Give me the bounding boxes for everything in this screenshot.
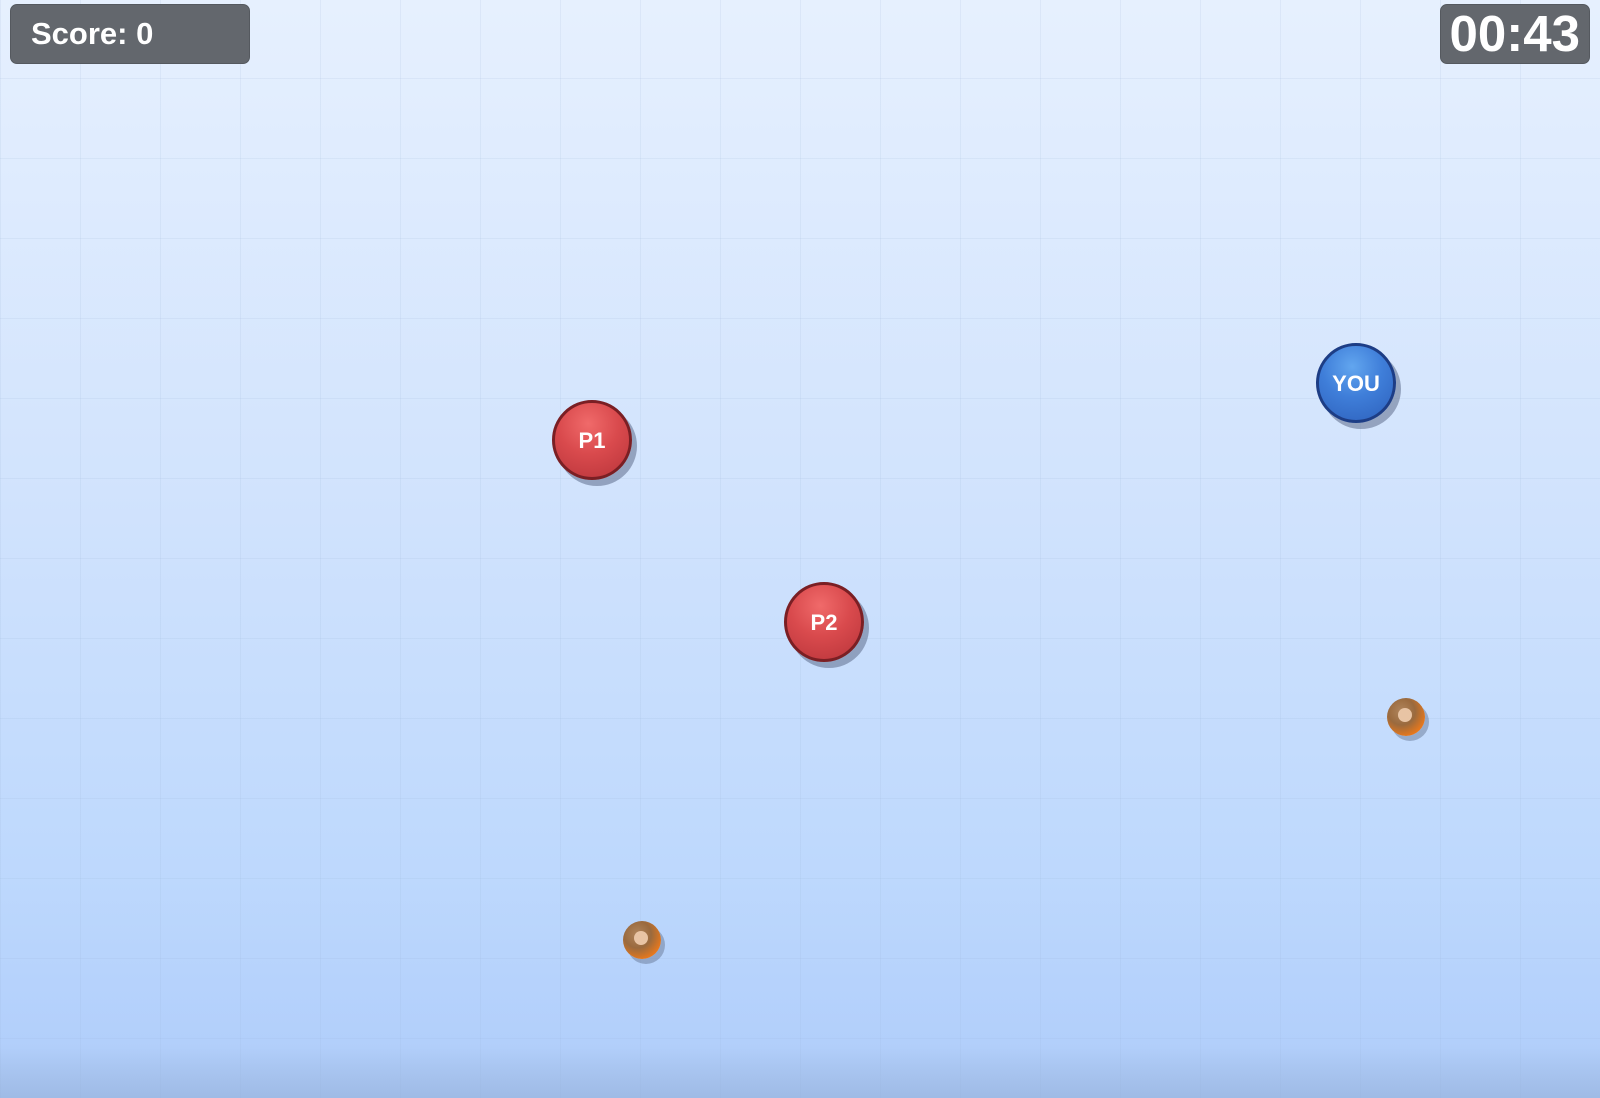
score-display: Score: 0 (10, 4, 250, 64)
timer-display: 00:43 (1440, 4, 1590, 64)
player-token-p1[interactable]: P1 (552, 400, 632, 480)
coin-pickup (1387, 698, 1425, 736)
board-bottom-shade (0, 1048, 1600, 1098)
coin-pickup (623, 921, 661, 959)
board-grid (0, 0, 1600, 1098)
coin-shine (634, 931, 648, 945)
player-token-you[interactable]: YOU (1316, 343, 1396, 423)
game-board[interactable]: Score: 0 00:43 P1 P2 YOU (0, 0, 1600, 1098)
player-token-p2[interactable]: P2 (784, 582, 864, 662)
coin-shine (1398, 708, 1412, 722)
